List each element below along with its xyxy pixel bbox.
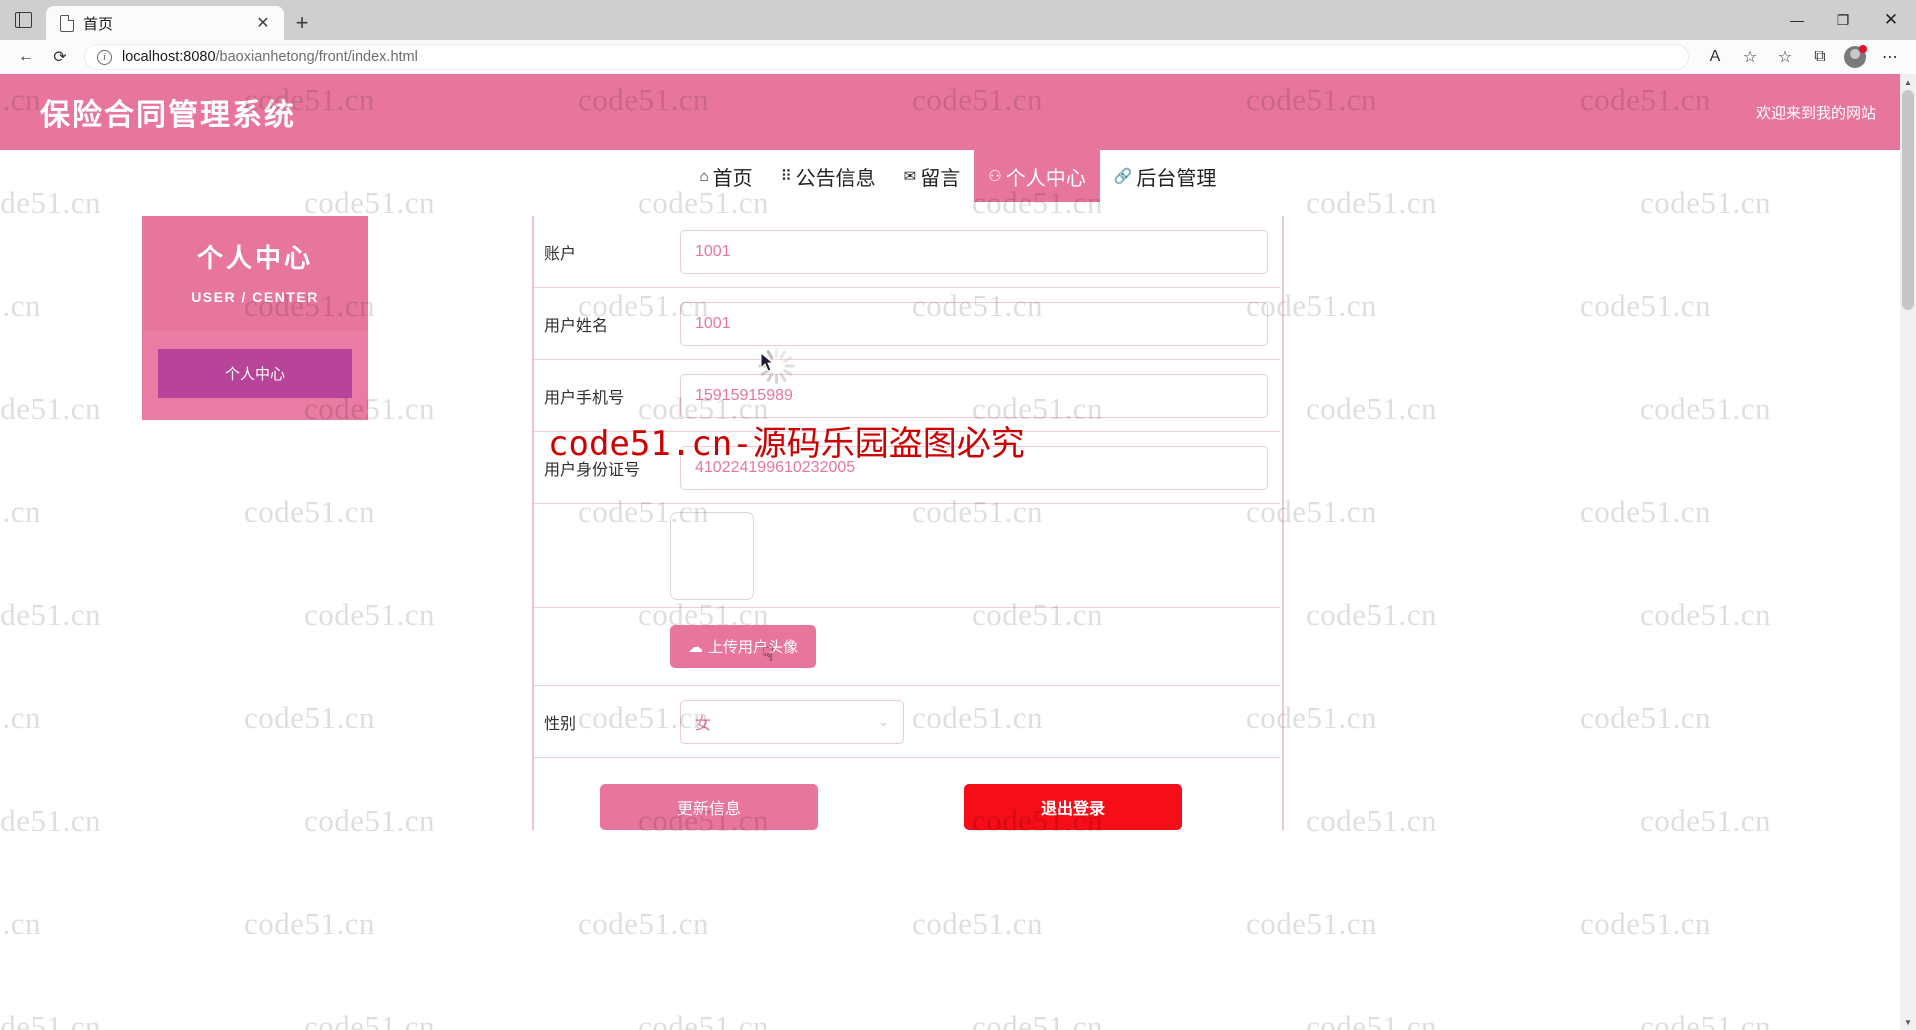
nav-item-0[interactable]: ⌂ 首页 (685, 150, 767, 202)
avatar-row (534, 504, 1280, 608)
nav-item-label: 留言 (920, 167, 961, 190)
form-column: 账户 1001 用户姓名 1001 用户手机号 15915915989 用户身份证号 4102… (510, 216, 1916, 830)
maximize-button[interactable]: ❐ (1820, 0, 1866, 40)
url-host: localhost:8080 (122, 49, 216, 65)
collections-icon[interactable]: ⧉ (1804, 42, 1836, 72)
watermark-tile: code51.cn (0, 906, 42, 941)
form-row: 账户 1001 (534, 216, 1280, 288)
watermark-tile: code51.cn (304, 1009, 436, 1030)
address-bar[interactable]: i localhost:8080/baoxianhetong/front/ind… (84, 44, 1689, 70)
user-center-heading: 个人中心 (196, 243, 313, 273)
chevron-down-icon: ⌄ (878, 713, 889, 729)
page-content: 个人中心 USER / CENTER 个人中心 账户 1001 用户姓名 1001 用户… (0, 202, 1916, 830)
address-text: localhost:8080/baoxianhetong/front/index… (122, 49, 418, 65)
sidebar-column: 个人中心 USER / CENTER 个人中心 (0, 216, 510, 830)
back-icon[interactable]: ← (10, 42, 42, 72)
sidebar-item-user-center[interactable]: 个人中心 (158, 349, 352, 398)
nav-item-4[interactable]: 🔗 后台管理 (1099, 150, 1231, 202)
nav-item-icon: ✉ (903, 167, 917, 185)
watermark-tile: code51.cn (1246, 906, 1378, 941)
nav-item-label: 公告信息 (795, 167, 876, 190)
tab-title: 首页 (83, 15, 114, 33)
update-info-button[interactable]: 更新信息 (600, 784, 818, 830)
nav-item-icon: ⌂ (699, 167, 709, 185)
cloud-upload-icon: ☁ (688, 638, 703, 656)
url-path: /baoxianhetong/front/index.html (215, 49, 418, 65)
logout-button[interactable]: 退出登录 (964, 784, 1182, 830)
scroll-up-arrow[interactable]: ▲ (1900, 74, 1916, 90)
nav-item-label: 首页 (712, 167, 753, 190)
mouse-cursor-hand: ☟ (762, 644, 775, 666)
toolbar-actions: A ☆ ☆ ⧉ ⋯ (1699, 42, 1906, 72)
watermark-tile: code51.cn (912, 906, 1044, 941)
form-field-label: 用户姓名 (544, 317, 609, 335)
page-viewport: code51.cn code51.cn code51.cn code51.cn code… (0, 74, 1916, 1030)
watermark-tile: code51.cn (1580, 906, 1712, 941)
browser-titlebar: 首页 ✕ + — ❐ ✕ (0, 0, 1916, 40)
read-aloud-icon[interactable]: A (1699, 42, 1731, 72)
settings-more-icon[interactable]: ⋯ (1874, 42, 1906, 72)
browser-tab[interactable]: 首页 ✕ (46, 6, 284, 40)
close-tab-icon[interactable]: ✕ (250, 10, 276, 36)
nav-item-label: 后台管理 (1136, 167, 1217, 190)
form-field-input[interactable]: 1001 (680, 229, 1268, 274)
user-center-card-header: 个人中心 USER / CENTER (142, 216, 368, 331)
form-field-label: 账户 (544, 245, 577, 263)
watermark-tile: code51.cn (578, 906, 710, 941)
upload-avatar-button[interactable]: ☁ 上传用户头像 (670, 625, 817, 668)
minimize-button[interactable]: — (1774, 0, 1820, 40)
gender-value: 女 (695, 715, 712, 733)
avatar-preview[interactable] (670, 511, 754, 600)
watermark-tile: code51.cn (1640, 1009, 1772, 1030)
form-row: 用户姓名 1001 (534, 288, 1280, 360)
site-welcome-text: 欢迎来到我的网站 (1755, 104, 1876, 122)
user-center-card: 个人中心 USER / CENTER 个人中心 (142, 216, 368, 830)
profile-form: 账户 1001 用户姓名 1001 用户手机号 15915915989 用户身份证号 4102… (532, 216, 1284, 830)
nav-item-3[interactable]: ⚇ 个人中心 (974, 150, 1100, 202)
user-center-card-body: 个人中心 (142, 331, 368, 420)
red-watermark-text: code51.cn-源码乐园盗图必究 (548, 424, 1025, 464)
watermark-tile: code51.cn (1306, 1009, 1438, 1030)
form-field-input[interactable]: 1001 (680, 301, 1268, 346)
nav-item-icon: ⠿ (780, 167, 792, 185)
reload-icon[interactable]: ⟳ (44, 42, 76, 72)
form-actions: 更新信息 退出登录 (534, 758, 1280, 830)
page-favicon (60, 14, 74, 32)
window-controls: — ❐ ✕ (1774, 0, 1916, 40)
form-field-label: 用户手机号 (544, 389, 625, 407)
page-scrollbar[interactable]: ▲ ▼ (1900, 74, 1916, 1030)
watermark-tile: code51.cn (244, 906, 376, 941)
browser-toolbar: ← ⟳ i localhost:8080/baoxianhetong/front… (0, 40, 1916, 74)
add-favorite-icon[interactable]: ☆ (1734, 42, 1766, 72)
mouse-cursor-arrow (760, 352, 775, 372)
nav-item-2[interactable]: ✉ 留言 (889, 150, 975, 202)
browser-window: 首页 ✕ + — ❐ ✕ ← ⟳ i localhost:8080/baoxia… (0, 0, 1916, 1030)
nav-item-icon: ⚇ (988, 167, 1002, 185)
main-navigation: ⌂ 首页 ⠿ 公告信息 ✉ 留言 ⚇ 个人中心 🔗 后台管理 (0, 150, 1916, 202)
gender-label: 性别 (544, 715, 577, 733)
gender-row: 性别 女 ⌄ (534, 686, 1280, 758)
watermark-tile: code51.cn (0, 1009, 102, 1030)
nav-items: ⌂ 首页 ⠿ 公告信息 ✉ 留言 ⚇ 个人中心 🔗 后台管理 (685, 150, 1231, 202)
nav-item-1[interactable]: ⠿ 公告信息 (766, 150, 890, 202)
site-title: 保险合同管理系统 (40, 99, 296, 132)
upload-row: ☁ 上传用户头像 (534, 608, 1280, 686)
new-tab-button[interactable]: + (284, 6, 320, 40)
watermark-tile: code51.cn (972, 1009, 1104, 1030)
close-window-button[interactable]: ✕ (1866, 0, 1916, 40)
nav-item-label: 个人中心 (1005, 167, 1086, 190)
profile-avatar[interactable] (1839, 42, 1871, 72)
gender-select[interactable]: 女 ⌄ (680, 699, 904, 744)
site-info-icon[interactable]: i (97, 49, 112, 65)
upload-avatar-label: 上传用户头像 (708, 639, 799, 656)
form-right-border (1282, 216, 1284, 830)
user-center-subheading: USER / CENTER (191, 289, 319, 305)
nav-item-icon: 🔗 (1113, 167, 1133, 185)
scrollbar-thumb[interactable] (1902, 90, 1914, 310)
site-header: 保险合同管理系统 欢迎来到我的网站 (0, 74, 1916, 150)
tab-search-icon[interactable] (0, 0, 46, 40)
watermark-tile: code51.cn (638, 1009, 770, 1030)
favorites-list-icon[interactable]: ☆ (1769, 42, 1801, 72)
scroll-down-arrow[interactable]: ▼ (1900, 1014, 1916, 1030)
